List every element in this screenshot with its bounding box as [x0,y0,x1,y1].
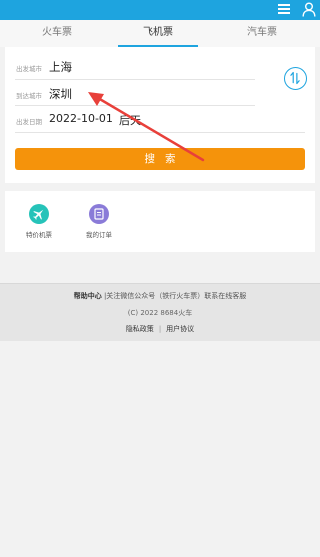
hamburger-icon[interactable] [278,4,290,14]
date-weekday: 后天 [119,114,141,127]
shortcut-special-flights[interactable]: 特价机票 [14,204,64,239]
date-label: 出发日期 [16,118,42,126]
tab-train[interactable]: 火车票 [17,20,97,47]
user-agreement-link[interactable]: 用户协议 [166,325,194,333]
user-icon[interactable] [302,2,316,17]
ticket-type-tabs: 火车票 飞机票 汽车票 [0,20,320,47]
orders-icon [89,204,109,224]
help-center-link[interactable]: 帮助中心 [74,292,102,300]
help-text: |关注微信公众号（铁行火车票）联系在线客服 [103,292,247,300]
tab-bus[interactable]: 汽车票 [222,20,302,47]
help-line: 帮助中心 |关注微信公众号（铁行火车票）联系在线客服 [0,291,320,301]
shortcuts-panel: 特价机票 我的订单 [5,191,315,252]
swap-cities-button[interactable] [284,67,307,90]
shortcut-my-orders[interactable]: 我的订单 [74,204,124,239]
swap-icon [290,71,300,85]
date-divider [15,132,305,133]
search-button[interactable]: 搜索 [15,148,305,170]
from-divider [15,79,255,80]
legal-links: 隐私政策 | 用户协议 [0,324,320,334]
copyright: (C) 2022 8684火车 [127,309,193,317]
airplane-icon [29,204,49,224]
footer: 帮助中心 |关注微信公众号（铁行火车票）联系在线客服 (C) 2022 8684… [0,283,320,341]
privacy-policy-link[interactable]: 隐私政策 [126,325,154,333]
to-city-field[interactable]: 深圳 [49,86,72,102]
from-city-field[interactable]: 上海 [49,59,72,75]
shortcut-label: 我的订单 [86,231,112,239]
to-divider [15,105,255,106]
top-bar [0,0,320,20]
to-city-label: 到达城市 [16,92,42,100]
date-field[interactable]: 2022-10-01 [49,112,113,125]
shortcut-label: 特价机票 [26,231,52,239]
tab-flight[interactable]: 飞机票 [118,20,198,47]
footer-divider: | [158,325,162,333]
from-city-label: 出发城市 [16,65,42,73]
